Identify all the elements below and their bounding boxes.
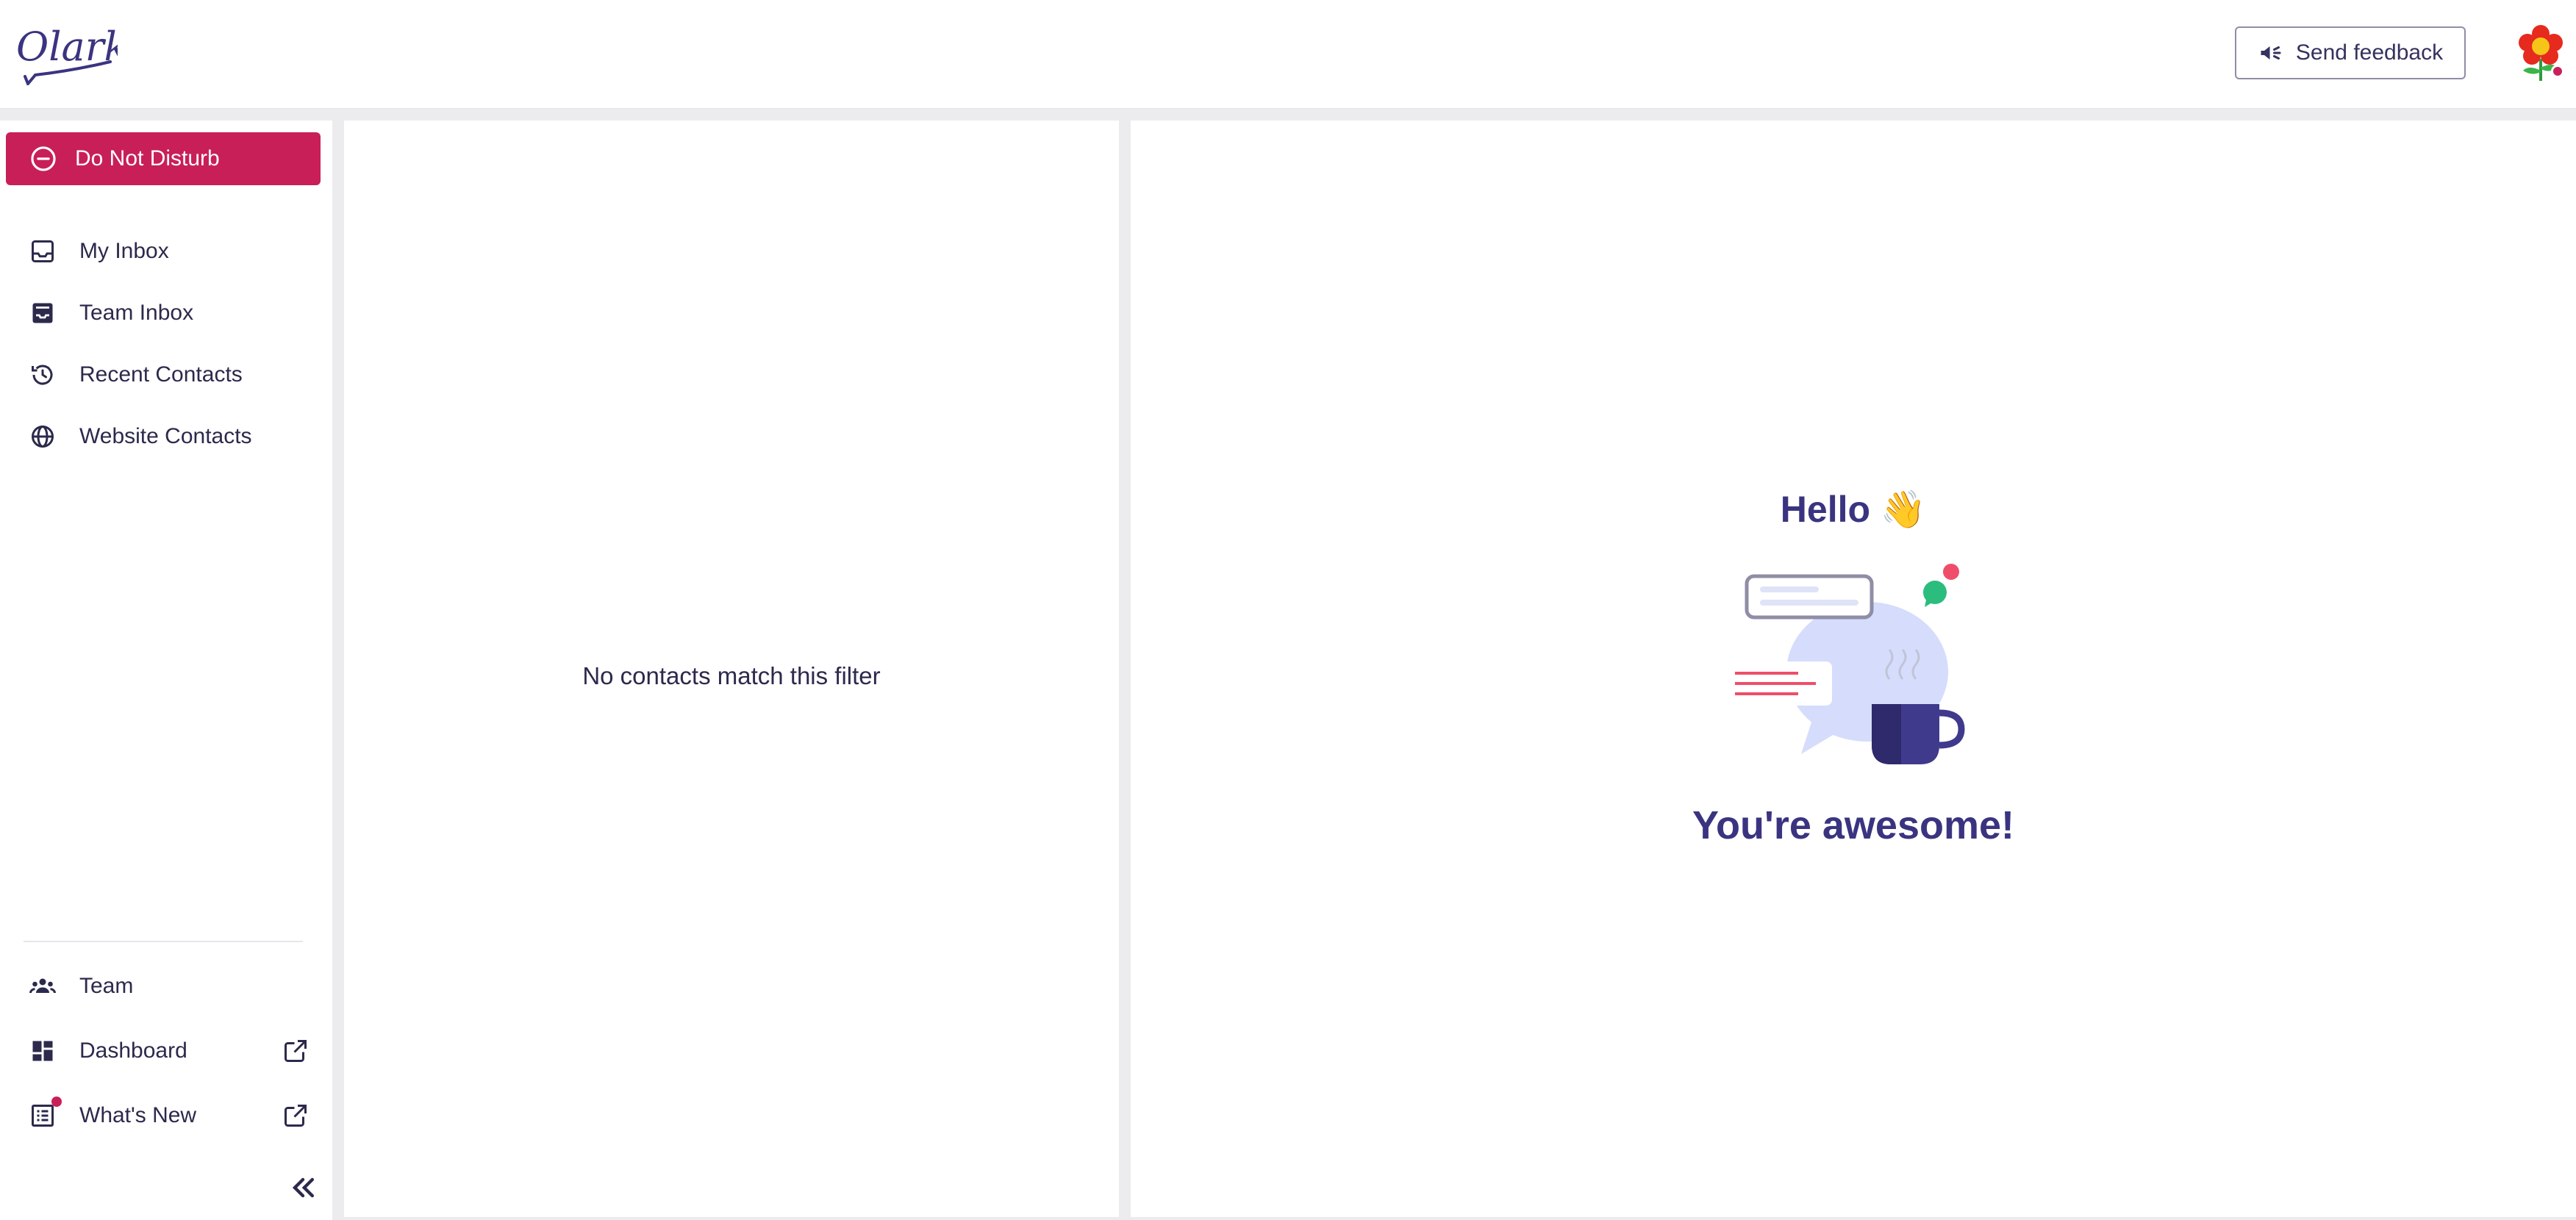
status-dot [2551, 65, 2564, 78]
globe-icon [32, 426, 54, 448]
sidebar-item-label: Team [79, 974, 134, 998]
sidebar-item-website-contacts[interactable]: Website Contacts [29, 415, 309, 459]
sidebar-item-label: Dashboard [79, 1038, 187, 1063]
do-not-disturb-button[interactable]: Do Not Disturb [6, 132, 321, 185]
sidebar-item-dashboard[interactable]: Dashboard [29, 1029, 309, 1073]
awesome-message: You're awesome! [1692, 803, 2014, 847]
sidebar-divider [24, 941, 303, 942]
sidebar-item-whats-new[interactable]: What's New [29, 1094, 309, 1138]
team-icon [29, 978, 56, 994]
notification-dot [51, 1097, 62, 1107]
sidebar-item-label: What's New [79, 1103, 197, 1127]
history-icon [32, 365, 53, 385]
greeting-heading: Hello 👋 [1780, 489, 1927, 530]
sidebar-item-team[interactable]: Team [29, 964, 309, 1008]
collapse-sidebar-icon[interactable] [287, 1171, 319, 1204]
send-feedback-button[interactable]: Send feedback [2235, 26, 2466, 79]
team-inbox-icon [32, 303, 53, 323]
sidebar-item-label: My Inbox [79, 239, 169, 263]
top-bar: Olark Send feedback [0, 0, 2576, 109]
dashboard-icon [32, 1041, 53, 1061]
external-link-icon [285, 1105, 307, 1127]
contacts-list-panel: No contacts match this filter [344, 121, 1119, 1217]
news-icon [32, 1105, 54, 1127]
olark-logo[interactable]: Olark [15, 19, 118, 85]
sidebar-item-my-inbox[interactable]: My Inbox [29, 229, 309, 273]
inbox-icon [32, 240, 54, 262]
coffee-chat-illustration [1728, 563, 1965, 764]
external-link-icon [285, 1040, 307, 1062]
sidebar-item-label: Team Inbox [79, 301, 194, 325]
sidebar: Do Not Disturb My Inbox Team Inbox Recen… [0, 121, 332, 1220]
sidebar-item-label: Website Contacts [79, 424, 252, 448]
welcome-panel: Hello 👋 You're awesome! [1131, 121, 2576, 1217]
megaphone-icon [2261, 46, 2281, 60]
sidebar-item-recent-contacts[interactable]: Recent Contacts [29, 353, 309, 397]
empty-state-message: No contacts match this filter [582, 662, 881, 689]
sidebar-item-team-inbox[interactable]: Team Inbox [29, 291, 309, 335]
send-feedback-label: Send feedback [2295, 40, 2444, 65]
sidebar-item-label: Recent Contacts [79, 362, 243, 387]
do-not-disturb-label: Do Not Disturb [75, 146, 220, 171]
minus-circle-icon [31, 146, 56, 171]
